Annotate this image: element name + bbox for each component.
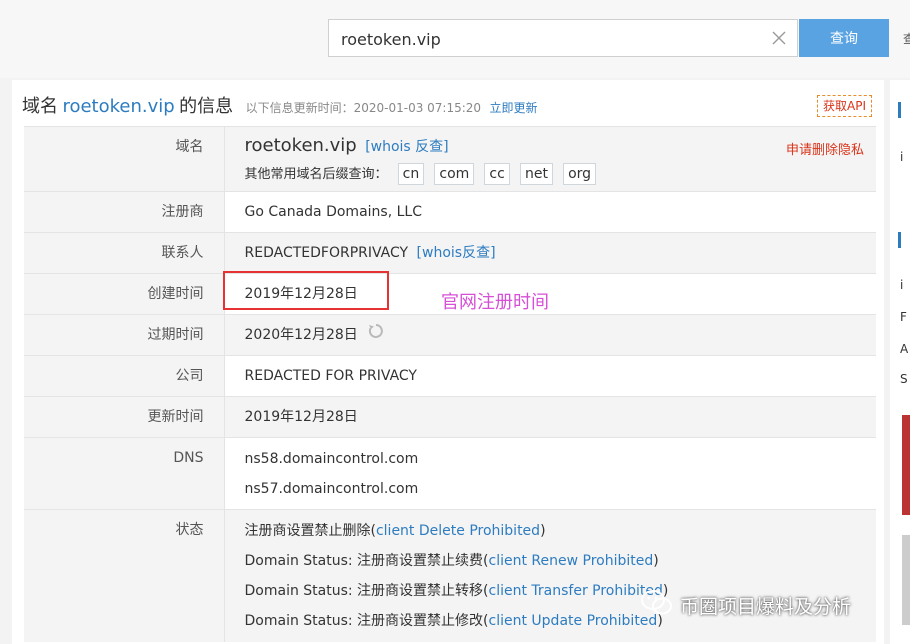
update-now-link[interactable]: 立即更新 xyxy=(490,101,538,115)
status-link[interactable]: client Transfer Prohibited xyxy=(489,583,663,599)
row-value: 2020年12月28日 xyxy=(224,314,876,356)
refresh-icon[interactable] xyxy=(368,315,384,355)
contact-whois-link[interactable]: [whois反查] xyxy=(417,245,496,261)
get-api-button[interactable]: 获取API xyxy=(817,95,872,117)
right-sidebar: i i F A S xyxy=(890,80,910,644)
status-link[interactable]: client Renew Prohibited xyxy=(489,553,654,569)
domain-name: roetoken.vip xyxy=(244,135,357,156)
sidebar-letter: F xyxy=(900,310,907,324)
row-label: 注册商 xyxy=(24,191,225,233)
update-info: 以下信息更新时间：2020-01-03 07:15:20 xyxy=(245,101,482,115)
row-label: 过期时间 xyxy=(24,314,225,356)
row-label: 创建时间 xyxy=(24,273,225,315)
title-prefix: 域名 xyxy=(22,96,58,117)
row-value: ns58.domaincontrol.com ns57.domaincontro… xyxy=(224,437,876,510)
suffix-org[interactable]: org xyxy=(563,163,597,185)
title-suffix: 的信息 xyxy=(179,96,234,117)
row-value: Go Canada Domains, LLC xyxy=(224,191,876,233)
sidebar-accent xyxy=(898,102,901,118)
status-link[interactable]: client Update Prohibited xyxy=(489,613,658,629)
table-row-dns: DNS ns58.domaincontrol.com ns57.domainco… xyxy=(24,437,876,510)
sidebar-accent xyxy=(898,232,901,248)
row-value: roetoken.vip [whois 反查] 其他常用域名后缀查询： cn c… xyxy=(224,126,877,192)
table-row-company: 公司 REDACTED FOR PRIVACY xyxy=(24,355,876,397)
watermark-text: 币圈项目爆料及分析 xyxy=(680,595,852,618)
row-value: 2019年12月28日 xyxy=(224,396,876,438)
page-title: 域名 roetoken.vip 的信息 以下信息更新时间：2020-01-03 … xyxy=(22,92,882,120)
row-label: 状态 xyxy=(24,509,225,642)
sidebar-ad-image xyxy=(902,415,910,515)
right-edge-label: 查 xyxy=(903,32,910,46)
title-domain: roetoken.vip xyxy=(62,96,175,117)
dns-server: ns57.domaincontrol.com xyxy=(244,481,419,497)
sidebar-letter: S xyxy=(900,372,908,386)
watermark: 币圈项目爆料及分析 xyxy=(640,588,851,622)
table-row-registrar: 注册商 Go Canada Domains, LLC xyxy=(24,191,876,233)
status-item: Domain Status: 注册商设置禁止续费(client Renew Pr… xyxy=(244,553,659,569)
row-label: 域名 xyxy=(24,126,225,192)
table-row-contact: 联系人 REDACTEDFORPRIVACY [whois反查] xyxy=(24,232,876,274)
wechat-icon xyxy=(640,588,674,622)
suffix-com[interactable]: com xyxy=(434,163,475,185)
row-label: 联系人 xyxy=(24,232,225,274)
sidebar-letter: i xyxy=(900,278,904,292)
suffix-cc[interactable]: cc xyxy=(484,163,510,185)
suffix-query: 其他常用域名后缀查询： cn com cc net org xyxy=(245,163,877,185)
suffix-prompt: 其他常用域名后缀查询： xyxy=(244,167,388,182)
whois-lookup-link[interactable]: [whois 反查] xyxy=(365,139,448,155)
sidebar-ad-image xyxy=(902,535,910,625)
row-label: 公司 xyxy=(24,355,225,397)
search-box xyxy=(328,19,798,58)
suffix-net[interactable]: net xyxy=(519,163,553,185)
dns-server: ns58.domaincontrol.com xyxy=(244,451,419,467)
row-value: REDACTED FOR PRIVACY xyxy=(224,355,876,397)
table-row-updated: 更新时间 2019年12月28日 xyxy=(24,396,876,438)
row-label: 更新时间 xyxy=(24,396,225,438)
search-button[interactable]: 查询 xyxy=(799,19,889,57)
annotation-text: 官网注册时间 xyxy=(441,292,549,313)
suffix-cn[interactable]: cn xyxy=(397,163,425,185)
status-link[interactable]: client Delete Prohibited xyxy=(376,523,540,539)
sidebar-letter: A xyxy=(900,342,909,356)
sidebar-letter: i xyxy=(900,150,904,164)
contact-value: REDACTEDFORPRIVACY xyxy=(244,245,409,261)
search-input[interactable] xyxy=(339,20,763,58)
table-row-expires: 过期时间 2020年12月28日 xyxy=(24,314,876,356)
domain-info-panel: 域名 roetoken.vip 的信息 以下信息更新时间：2020-01-03 … xyxy=(12,80,884,644)
status-item: 注册商设置禁止删除(client Delete Prohibited) xyxy=(244,523,546,539)
table-row-domain: 域名 roetoken.vip [whois 反查] 其他常用域名后缀查询： c… xyxy=(24,126,877,192)
row-value: 2019年12月28日 xyxy=(224,273,876,315)
clear-icon[interactable] xyxy=(769,28,789,48)
expires-value: 2020年12月28日 xyxy=(244,327,358,343)
delete-privacy-link[interactable]: 申请删除隐私 xyxy=(786,139,864,158)
whois-table: 域名 roetoken.vip [whois 反查] 其他常用域名后缀查询： c… xyxy=(24,126,876,642)
row-value: REDACTEDFORPRIVACY [whois反查] xyxy=(224,232,876,274)
row-label: DNS xyxy=(24,437,225,510)
top-bar: 查询 查 xyxy=(0,0,910,78)
